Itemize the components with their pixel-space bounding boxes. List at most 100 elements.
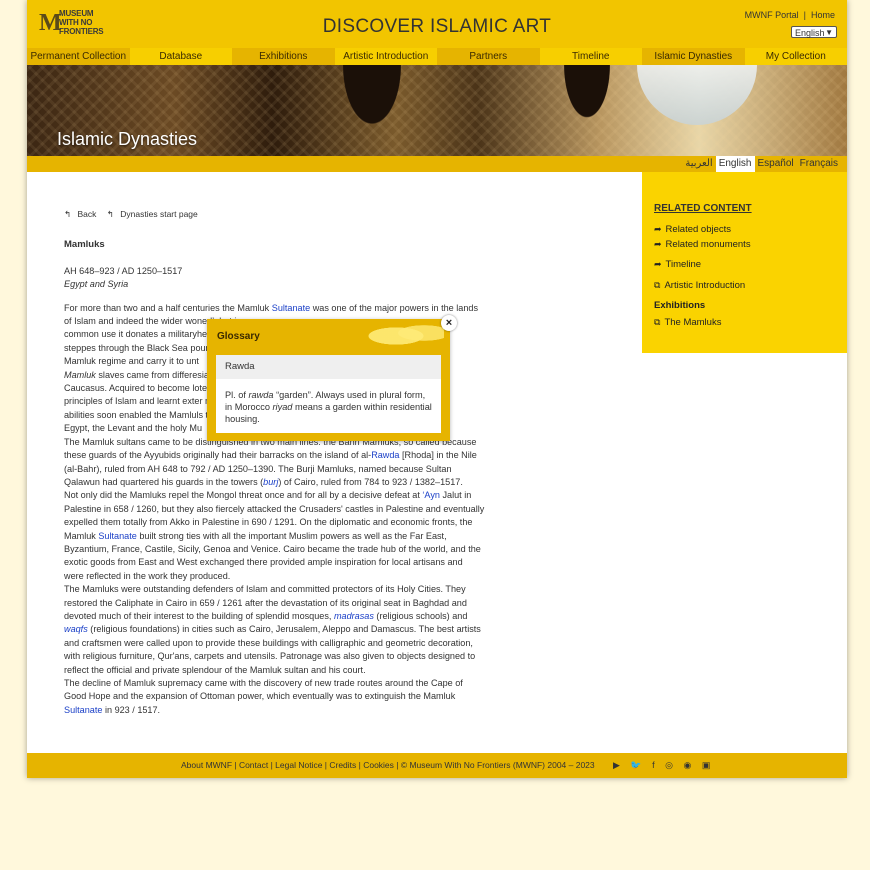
related-monuments-link[interactable]: ➦ Related monuments — [654, 239, 751, 250]
social-icons[interactable]: ▶ 🐦 f ◎ ◉ ▣ — [613, 753, 714, 778]
article-text: The decline of Mamluk supremacy came wit… — [64, 678, 463, 688]
def-text: Pl. of — [225, 390, 249, 400]
home-link[interactable]: Home — [811, 10, 835, 20]
article-text: Jalut in — [439, 490, 472, 501]
article-text: principles of Islam and learnt exte — [64, 396, 200, 407]
glossary-term-link[interactable]: madrasas — [334, 611, 374, 621]
related-objects-label: Related objects — [665, 224, 732, 235]
article-line: restored the Caliphate in Cairo in 659 /… — [64, 597, 514, 610]
dynasties-start-link[interactable]: ↰ Dynasties start page — [107, 209, 202, 219]
article-text: restored the Caliphate in Cairo in 659 /… — [64, 597, 467, 608]
nav-item-my-collection[interactable]: My Collection — [744, 48, 847, 65]
glossary-term-link[interactable]: ‘Ayn — [422, 490, 440, 500]
article-text: and craftsmen were called upon to provid… — [64, 637, 473, 648]
article-line: waqfs (religious foundations) in cities … — [64, 623, 514, 636]
banner-arch — [547, 65, 627, 156]
share-arrow-icon: ➦ — [654, 239, 662, 249]
article-text: exotic goods from East and West exchange… — [64, 557, 463, 568]
the-mamluks-link[interactable]: ⧉ The Mamluks — [654, 317, 721, 328]
glossary-term-link[interactable]: Sultanate — [272, 303, 310, 313]
article-text: The Mamluks were outstanding defenders o… — [64, 584, 466, 595]
article-text: Egypt, the Levant and the holy Mu — [64, 423, 203, 434]
glossary-term: Rawda — [216, 355, 441, 379]
banner-title: Islamic Dynasties — [57, 129, 198, 149]
article-text: Qalawun had quartered his guards in the … — [64, 476, 264, 487]
share-arrow-icon: ➦ — [654, 224, 662, 234]
breadcrumb: ↰ Back ↰ Dynasties start page — [64, 208, 514, 221]
article-text: devoted much of their interest to the bu… — [64, 610, 334, 621]
article-text: built strong ties with all the important… — [136, 530, 447, 541]
nav-item-permanent-collection[interactable]: Permanent Collection — [27, 48, 130, 65]
article-line: were reflected in the work they produced… — [64, 570, 514, 583]
banner-arch — [327, 65, 417, 156]
article-text: Mamluk slaves came from differe — [64, 369, 198, 380]
article-line: and craftsmen were called upon to provid… — [64, 637, 514, 650]
site-footer: About MWNF | Contact | Legal Notice | Cr… — [27, 753, 847, 778]
timeline-link[interactable]: ➦ Timeline — [654, 259, 701, 270]
def-term-italic: rawda — [248, 390, 274, 400]
lang-french[interactable]: Français — [797, 156, 841, 172]
start-page-label: Dynasties start page — [120, 209, 198, 219]
article-line: Not only did the Mamluks repel the Mongo… — [64, 489, 514, 502]
article-text: reflect the official and private splendo… — [64, 664, 366, 675]
article-line: expelled them totally from Akko in Pales… — [64, 516, 514, 529]
main-content: ↰ Back ↰ Dynasties start page Mamluks AH… — [64, 208, 514, 717]
article-line: For more than two and a half centuries t… — [64, 302, 514, 315]
artistic-introduction-label: Artistic Introduction — [664, 280, 746, 291]
article-text: in 923 / 1517. — [102, 704, 161, 715]
def-term-italic: riyad — [272, 402, 293, 412]
article-text: was one of the major powers in the lands — [310, 302, 479, 313]
exhibitions-heading: Exhibitions — [654, 300, 706, 311]
nav-item-exhibitions[interactable]: Exhibitions — [232, 48, 335, 65]
nav-item-database[interactable]: Database — [129, 48, 232, 65]
article-text: Byzantium, France, Castile, Sicily, Geno… — [64, 543, 481, 554]
related-objects-link[interactable]: ➦ Related objects — [654, 224, 731, 235]
map-decoration — [364, 321, 444, 351]
nav-item-artistic-introduction[interactable]: Artistic Introduction — [334, 48, 437, 65]
article-text: For more than two and a half centuries t… — [64, 302, 272, 313]
artistic-introduction-link[interactable]: ⧉ Artistic Introduction — [654, 280, 745, 291]
glossary-definition: Pl. of rawda “garden”. Always used in pl… — [216, 379, 441, 433]
site-header: M MUSEUM WITH NO FRONTIERS DISCOVER ISLA… — [27, 0, 847, 48]
lang-arabic[interactable]: العربية — [682, 156, 715, 172]
glossary-title: Glossary — [217, 331, 260, 342]
back-arrow-icon: ↰ — [106, 209, 114, 219]
timeline-label: Timeline — [665, 259, 702, 270]
article-text: steppes through the Black Sea po — [64, 342, 201, 353]
article-line: (al-Bahr), ruled from AH 648 to 792 / AD… — [64, 463, 514, 476]
lang-english[interactable]: English — [715, 156, 755, 172]
glossary-term-link[interactable]: Sultanate — [64, 705, 102, 715]
article-text: Not only did the Mamluks repel the Mongo… — [64, 490, 423, 501]
the-mamluks-label: The Mamluks — [664, 317, 722, 328]
article-line: Sultanate in 923 / 1517. — [64, 704, 514, 717]
back-link[interactable]: ↰ Back — [64, 209, 100, 219]
article-line: The decline of Mamluk supremacy came wit… — [64, 677, 514, 690]
related-content-panel: RELATED CONTENT ➦ Related objects ➦ Relate… — [642, 172, 847, 353]
site-title: DISCOVER ISLAMIC ART — [322, 16, 552, 37]
footer-links[interactable]: About MWNF | Contact | Legal Notice | Cr… — [181, 753, 595, 778]
dynasty-dates: AH 648–923 / AD 1250–1517 Egypt and Syri… — [64, 265, 514, 292]
nav-item-partners[interactable]: Partners — [437, 48, 540, 65]
nav-item-islamic-dynasties[interactable]: Islamic Dynasties — [642, 48, 745, 65]
glossary-term-link[interactable]: waqfs — [64, 624, 88, 634]
glossary-popup: Glossary × Rawda Pl. of rawda “garden”. … — [207, 315, 457, 441]
mwnf-portal-link[interactable]: MWNF Portal — [745, 10, 799, 20]
nav-item-timeline[interactable]: Timeline — [539, 48, 642, 65]
back-arrow-icon: ↰ — [64, 209, 72, 219]
top-links: MWNF Portal | Home — [744, 10, 835, 20]
share-arrow-icon: ➦ — [654, 259, 662, 269]
close-icon[interactable]: × — [441, 315, 457, 331]
article-text: ) of Cairo, ruled from 784 to 923 / 1382… — [278, 476, 463, 487]
article-line: Qalawun had quartered his guards in the … — [64, 476, 514, 489]
language-select[interactable]: English ▼ — [791, 26, 837, 38]
glossary-term-link[interactable]: Rawda — [371, 450, 399, 460]
chevron-down-icon: ▼ — [825, 28, 833, 37]
glossary-term-link[interactable]: Sultanate — [98, 531, 136, 541]
lang-spanish[interactable]: Español — [755, 156, 797, 172]
article-line: exotic goods from East and West exchange… — [64, 556, 514, 569]
glossary-term-link[interactable]: burj — [263, 477, 278, 487]
article-text: (al-Bahr), ruled from AH 648 to 792 / AD… — [64, 463, 452, 474]
article-text: expelled them totally from Akko in Pales… — [64, 517, 473, 528]
article-text: these guards of the Ayyubids originally … — [64, 450, 372, 461]
article-line: reflect the official and private splendo… — [64, 664, 514, 677]
